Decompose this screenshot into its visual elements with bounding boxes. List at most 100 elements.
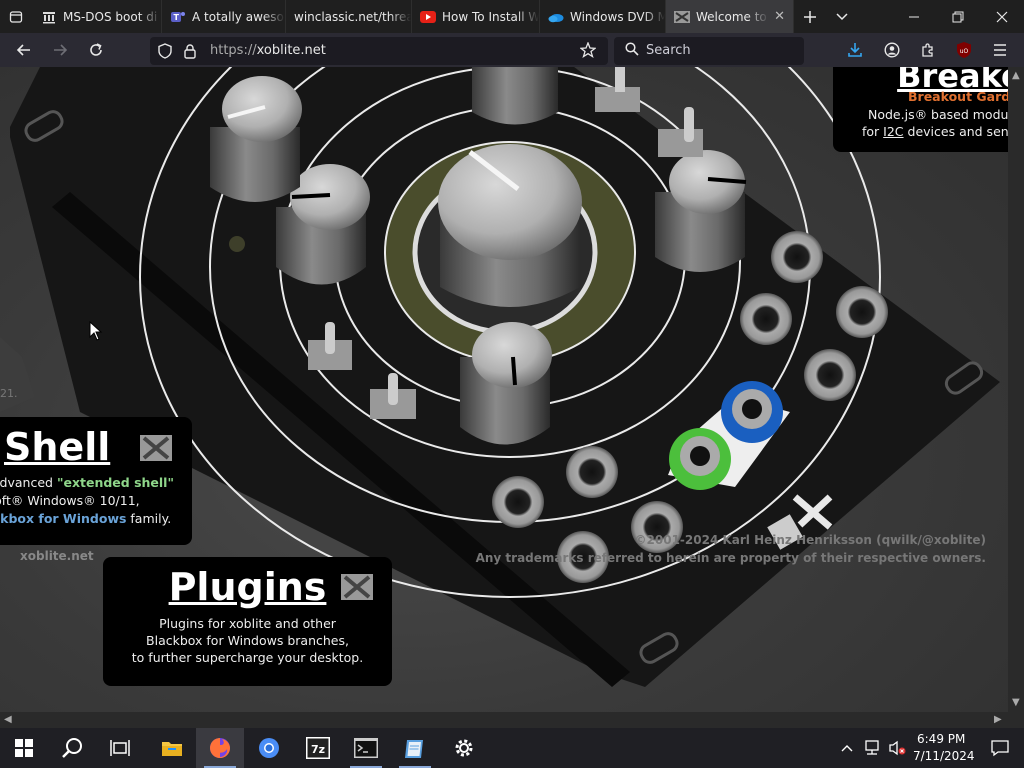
reload-icon xyxy=(90,43,102,56)
downloads-button[interactable] xyxy=(840,35,870,65)
shell-desc-line1: n advanced "extended shell" xyxy=(0,475,174,490)
windows-logo-icon xyxy=(15,739,33,757)
extensions-button[interactable] xyxy=(913,35,943,65)
footer-copyright: ©2001-2024 Karl Heinz Henriksson (qwilk/… xyxy=(475,533,986,565)
folder-icon xyxy=(162,742,182,756)
notification-icon xyxy=(991,740,1009,757)
green-jack[interactable] xyxy=(669,428,731,490)
youtube-icon xyxy=(420,9,436,25)
page-content: 21. Breako Breakout Garder Node.js® base… xyxy=(0,67,1008,712)
onedrive-icon xyxy=(548,9,564,25)
shell-desc-line3: lackbox for Windows family. xyxy=(0,511,172,526)
tab-teams[interactable]: T A totally aweso xyxy=(162,0,286,33)
chevron-down-icon xyxy=(836,12,848,20)
lock-icon[interactable] xyxy=(183,43,197,63)
scroll-up-icon[interactable]: ▲ xyxy=(1012,70,1020,81)
tab-msdos[interactable]: MS-DOS boot di xyxy=(33,0,162,33)
mouse-cursor-icon xyxy=(89,321,103,341)
search-icon xyxy=(62,738,82,758)
close-icon xyxy=(996,11,1008,22)
ublock-origin-button[interactable]: uO xyxy=(949,35,979,65)
chevron-up-icon xyxy=(841,745,853,752)
toggle-switch[interactable] xyxy=(595,67,640,112)
knob-top[interactable] xyxy=(472,67,558,125)
network-tray-button[interactable] xyxy=(859,728,885,768)
scroll-left-icon[interactable]: ◀ xyxy=(4,714,12,725)
archive-icon xyxy=(41,9,57,25)
clock-time: 6:49 PM xyxy=(917,732,966,746)
tab-youtube[interactable]: How To Install W xyxy=(412,0,540,33)
close-window-button[interactable] xyxy=(980,0,1024,33)
tab-onedrive[interactable]: Windows DVD M xyxy=(540,0,666,33)
task-view-icon xyxy=(110,740,130,756)
account-button[interactable] xyxy=(877,35,907,65)
taskbar-search-button[interactable] xyxy=(48,728,96,768)
scroll-down-icon[interactable]: ▼ xyxy=(1012,697,1020,708)
notification-center-button[interactable] xyxy=(976,728,1024,768)
back-button[interactable] xyxy=(9,35,39,65)
speaker-muted-icon xyxy=(889,740,906,756)
horizontal-scrollbar[interactable]: ◀ ▶ xyxy=(0,712,1008,728)
forward-button[interactable] xyxy=(45,35,75,65)
breakout-desc-line2: for I2C devices and sens xyxy=(862,124,1008,139)
tab-winclassic[interactable]: winclassic.net/threa xyxy=(286,0,412,33)
svg-text:uO: uO xyxy=(960,48,969,55)
volume-tray-button[interactable] xyxy=(884,728,910,768)
shell-card[interactable]: Shell n advanced "extended shell" osoft®… xyxy=(0,417,192,545)
chromium-icon xyxy=(259,738,279,758)
address-bar[interactable]: https://xoblite.net xyxy=(150,37,608,65)
shield-icon[interactable] xyxy=(158,43,172,63)
url-host: xoblite.net xyxy=(256,43,326,58)
vertical-scrollbar[interactable]: ▲ ▼ xyxy=(1008,67,1024,712)
chromium-taskbar-button[interactable] xyxy=(245,728,293,768)
close-tab-icon[interactable]: ✕ xyxy=(774,9,785,24)
scroll-right-icon[interactable]: ▶ xyxy=(994,714,1002,725)
7zip-taskbar-button[interactable]: 7z xyxy=(294,728,342,768)
settings-taskbar-button[interactable] xyxy=(440,728,488,768)
task-view-button[interactable] xyxy=(96,728,144,768)
show-hidden-icons-button[interactable] xyxy=(835,728,859,768)
tab-xoblite[interactable]: Welcome to ✕ xyxy=(666,0,794,33)
download-icon xyxy=(848,43,862,57)
shell-title[interactable]: Shell xyxy=(4,425,110,469)
reload-button[interactable] xyxy=(81,35,111,65)
hamburger-menu-icon xyxy=(994,44,1006,56)
firefox-taskbar-button[interactable] xyxy=(196,728,244,768)
start-button[interactable] xyxy=(0,728,48,768)
terminal-taskbar-button[interactable] xyxy=(342,728,390,768)
restore-button[interactable] xyxy=(936,0,980,33)
minimize-button[interactable] xyxy=(892,0,936,33)
notepad-taskbar-button[interactable] xyxy=(391,728,439,768)
svg-text:T: T xyxy=(174,13,180,22)
restore-icon xyxy=(952,11,964,22)
7zip-icon: 7z xyxy=(306,737,330,759)
teams-icon: T xyxy=(170,9,186,25)
tab-strip: MS-DOS boot di T A totally aweso winclas… xyxy=(0,0,1024,33)
partial-card-left: 21. xyxy=(0,337,35,412)
breakout-garden-card[interactable]: Breako Breakout Garder Node.js® based mo… xyxy=(833,67,1008,152)
app-menu-button[interactable] xyxy=(985,35,1015,65)
plugins-card[interactable]: Plugins Plugins for xoblite and other Bl… xyxy=(103,557,392,686)
footer-site-name: xoblite.net xyxy=(20,549,94,563)
search-input[interactable]: Search xyxy=(614,37,804,65)
tab-list-button[interactable] xyxy=(0,0,32,33)
new-tab-button[interactable] xyxy=(794,0,826,33)
bookmark-star-icon[interactable] xyxy=(579,41,597,62)
minimize-icon xyxy=(909,16,919,17)
url-protocol: https:// xyxy=(210,43,257,58)
terminal-icon xyxy=(354,738,378,758)
xoblite-icon xyxy=(674,9,690,25)
i2c-link[interactable]: I2C xyxy=(883,124,903,139)
toggle-switch[interactable] xyxy=(658,107,703,157)
tab-list-icon xyxy=(9,10,23,23)
list-all-tabs-button[interactable] xyxy=(826,0,858,33)
firefox-icon xyxy=(210,738,230,758)
puzzle-icon xyxy=(922,43,933,57)
breakout-desc-line1: Node.js® based modul xyxy=(868,107,1008,122)
file-explorer-button[interactable] xyxy=(148,728,196,768)
clock-date: 7/11/2024 xyxy=(913,749,975,763)
large-center-knob[interactable] xyxy=(438,144,582,307)
gear-icon xyxy=(455,739,473,757)
blue-jack[interactable] xyxy=(721,381,783,443)
indicator-led xyxy=(229,236,245,252)
